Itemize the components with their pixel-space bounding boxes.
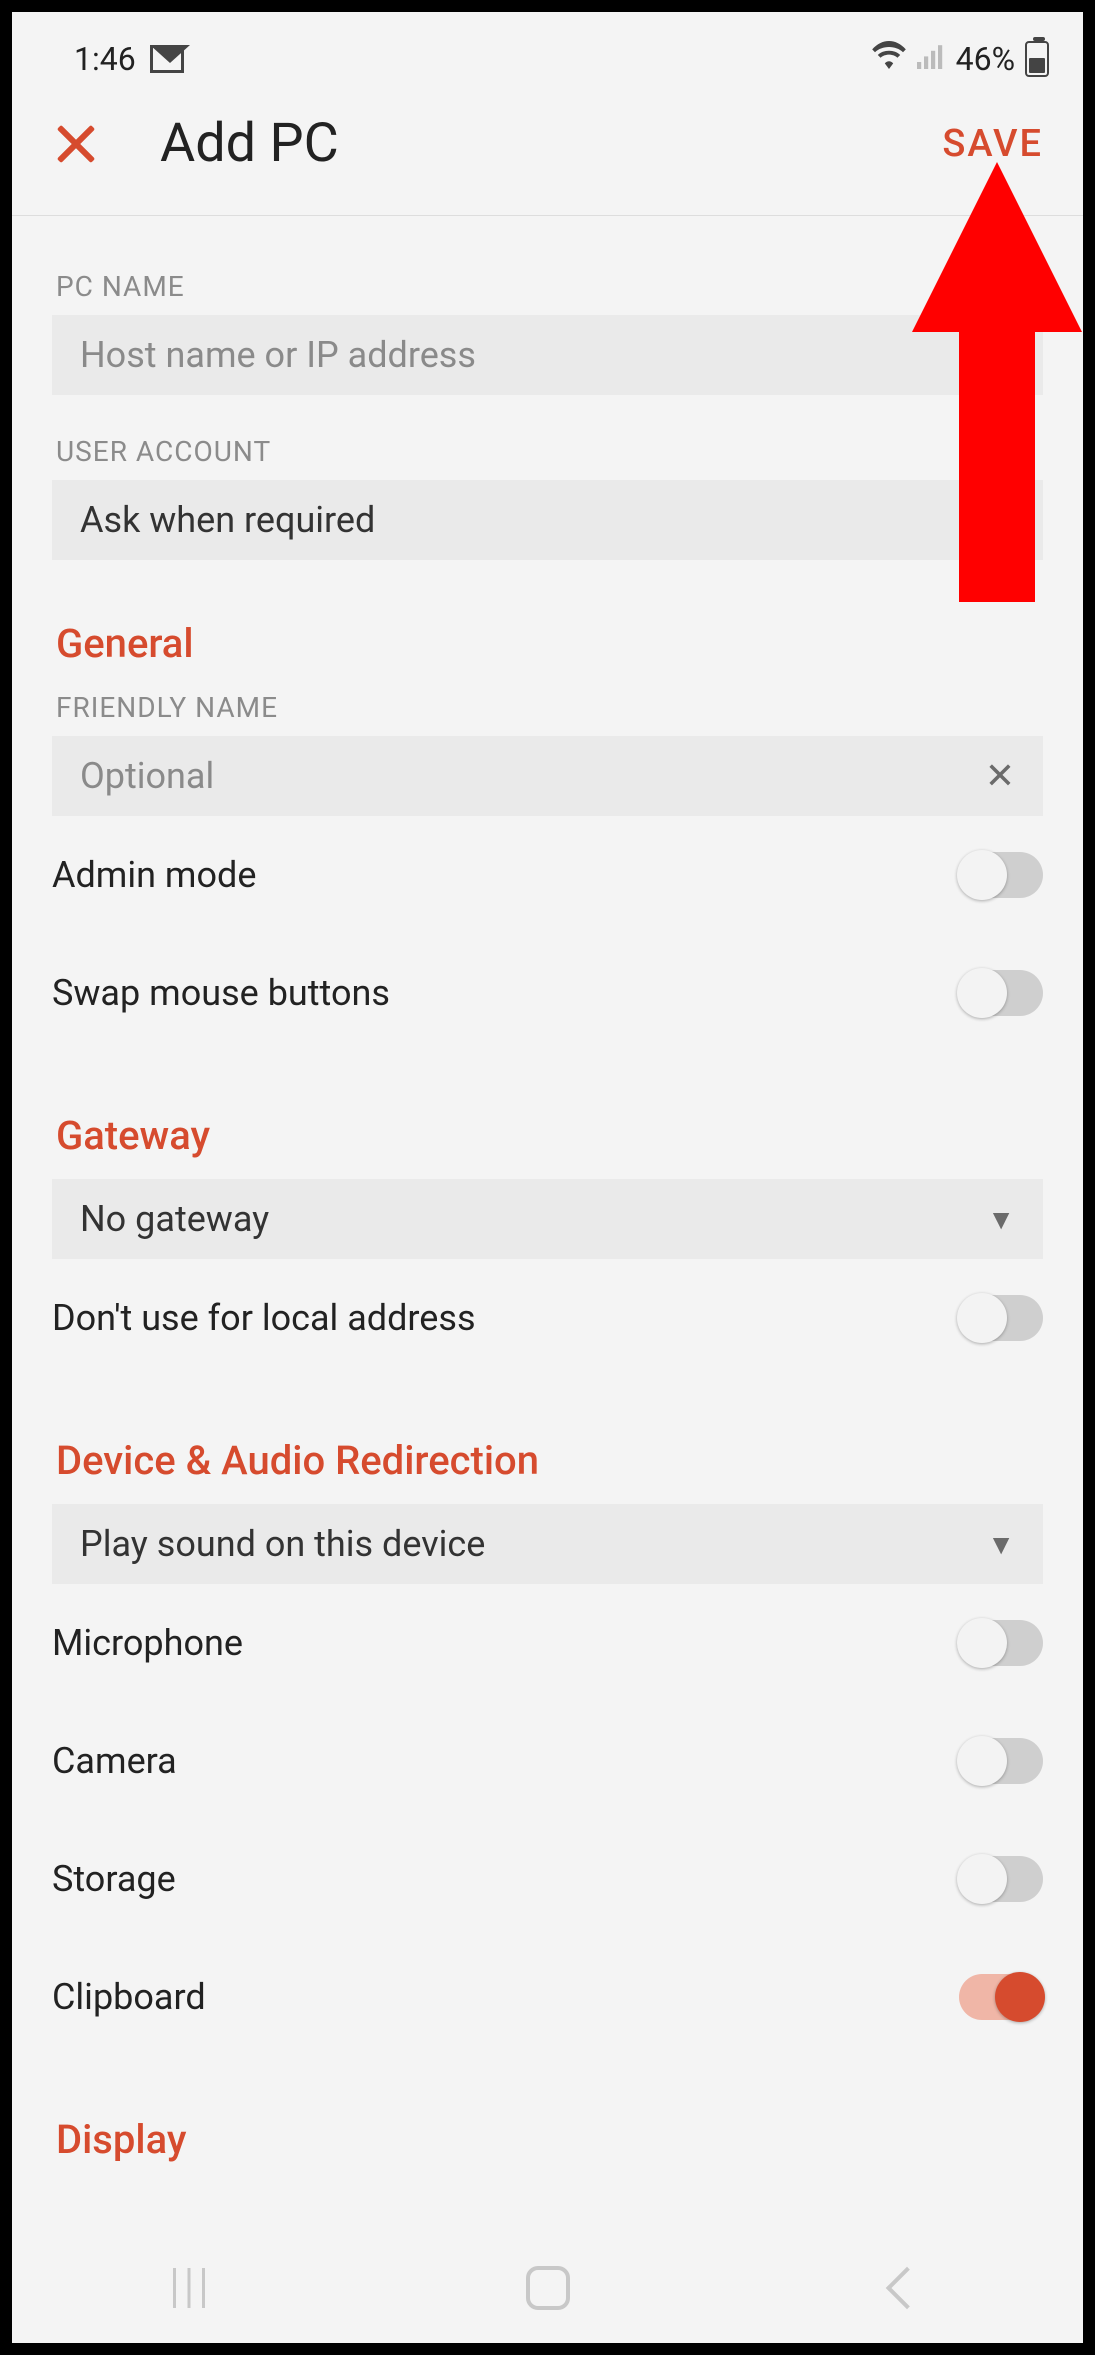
clear-icon[interactable]: ✕ (985, 755, 1015, 797)
nav-home-icon[interactable] (526, 2266, 570, 2310)
section-display: Display (56, 2116, 1043, 2163)
local-address-label: Don't use for local address (52, 1297, 476, 1339)
microphone-row: Microphone (52, 1584, 1043, 1702)
section-gateway: Gateway (56, 1112, 1043, 1159)
local-address-toggle[interactable] (959, 1295, 1043, 1341)
friendly-name-placeholder: Optional (80, 755, 214, 797)
save-button[interactable]: SAVE (942, 122, 1043, 166)
wifi-icon (872, 41, 906, 77)
clipboard-label: Clipboard (52, 1976, 206, 2018)
clipboard-row: Clipboard (52, 1938, 1043, 2056)
chevron-down-icon: ▼ (987, 504, 1015, 537)
status-bar: 1:46 46% (12, 12, 1083, 92)
local-address-row: Don't use for local address (52, 1259, 1043, 1377)
microphone-toggle[interactable] (959, 1620, 1043, 1666)
audio-value: Play sound on this device (80, 1523, 485, 1565)
page-title: Add PC (160, 112, 339, 175)
camera-label: Camera (52, 1740, 177, 1782)
gateway-value: No gateway (80, 1198, 269, 1240)
signal-icon (916, 41, 946, 77)
microphone-label: Microphone (52, 1622, 243, 1664)
admin-mode-label: Admin mode (52, 854, 256, 896)
chevron-down-icon: ▼ (987, 1528, 1015, 1561)
section-general: General (56, 620, 1043, 667)
user-account-label: USER ACCOUNT (56, 435, 1043, 468)
section-device-audio: Device & Audio Redirection (56, 1437, 1043, 1484)
pc-name-placeholder: Host name or IP address (80, 334, 476, 376)
storage-row: Storage (52, 1820, 1043, 1938)
user-account-value: Ask when required (80, 499, 375, 541)
admin-mode-toggle[interactable] (959, 852, 1043, 898)
status-time: 1:46 (74, 40, 136, 78)
swap-mouse-label: Swap mouse buttons (52, 972, 390, 1014)
friendly-name-label: FRIENDLY NAME (56, 691, 1043, 724)
app-header: Add PC SAVE (12, 92, 1083, 216)
storage-label: Storage (52, 1858, 176, 1900)
battery-percent: 46% (956, 40, 1015, 78)
friendly-name-input[interactable]: Optional ✕ (52, 736, 1043, 816)
camera-row: Camera (52, 1702, 1043, 1820)
pc-name-input[interactable]: Host name or IP address ✕ (52, 315, 1043, 395)
android-navbar (12, 2233, 1083, 2343)
camera-toggle[interactable] (959, 1738, 1043, 1784)
nav-recent-icon[interactable] (173, 2268, 205, 2308)
swap-mouse-toggle[interactable] (959, 970, 1043, 1016)
storage-toggle[interactable] (959, 1856, 1043, 1902)
clear-icon[interactable]: ✕ (985, 334, 1015, 376)
gmail-icon (150, 45, 184, 73)
pc-name-label: PC NAME (56, 270, 1043, 303)
nav-back-icon[interactable] (886, 2267, 928, 2309)
clipboard-toggle[interactable] (959, 1974, 1043, 2020)
battery-icon (1025, 41, 1049, 77)
audio-select[interactable]: Play sound on this device ▼ (52, 1504, 1043, 1584)
gateway-select[interactable]: No gateway ▼ (52, 1179, 1043, 1259)
swap-mouse-row: Swap mouse buttons (52, 934, 1043, 1052)
user-account-select[interactable]: Ask when required ▼ (52, 480, 1043, 560)
admin-mode-row: Admin mode (52, 816, 1043, 934)
chevron-down-icon: ▼ (987, 1203, 1015, 1236)
close-icon[interactable] (52, 120, 100, 168)
